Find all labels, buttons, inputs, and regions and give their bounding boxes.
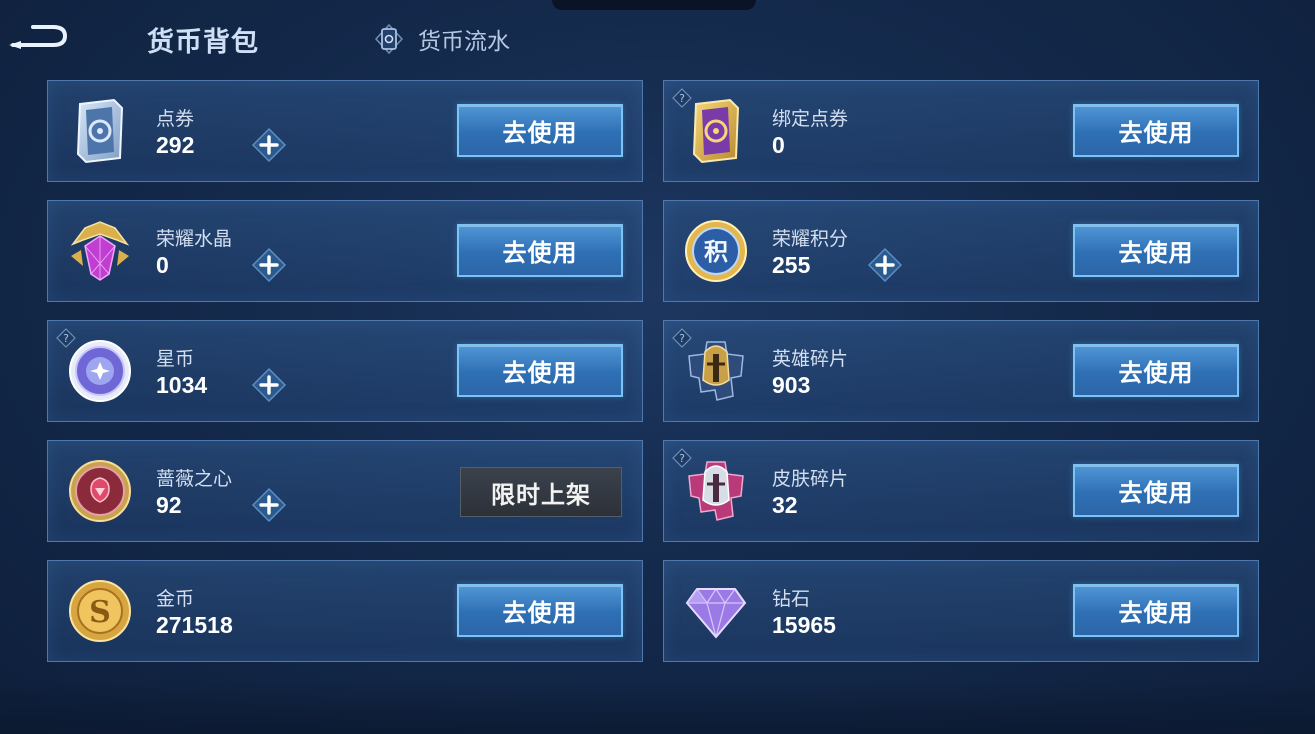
use-button[interactable]: 去使用 (1073, 104, 1239, 157)
add-button[interactable] (867, 247, 903, 283)
bound-coupon-card-icon (680, 95, 752, 167)
back-arrow-icon (9, 25, 68, 49)
currency-value: 0 (772, 132, 785, 158)
coupon-card-icon (64, 95, 136, 167)
currency-value: 92 (156, 492, 182, 518)
currency-value: 271518 (156, 612, 233, 638)
svg-text:S: S (89, 595, 111, 630)
currency-card-diamond: 钻石 15965 去使用 (663, 560, 1259, 662)
plus-icon (251, 487, 287, 523)
currency-value: 0 (156, 252, 169, 278)
currency-value: 903 (772, 372, 811, 398)
currency-card-star-coin: ? 星币 1034 去使用 (47, 320, 643, 422)
currency-name: 金币 (156, 588, 195, 610)
currency-flow-label: 货币流水 (418, 29, 510, 55)
use-button[interactable]: 去使用 (457, 584, 623, 637)
currency-value: 15965 (772, 612, 836, 638)
hero-fragment-icon (680, 335, 752, 407)
limited-time-button: 限时上架 (460, 467, 622, 517)
use-button[interactable]: 去使用 (457, 344, 623, 397)
currency-flow-icon (372, 22, 406, 56)
glory-crystal-icon (64, 215, 136, 287)
plus-icon (251, 367, 287, 403)
plus-icon (251, 247, 287, 283)
use-button[interactable]: 去使用 (457, 224, 623, 277)
currency-name: 英雄碎片 (772, 348, 849, 370)
add-button[interactable] (251, 367, 287, 403)
gold-coin-icon: S (64, 575, 136, 647)
currency-card-skin-fragment: ? 皮肤碎片 32 去使用 (663, 440, 1259, 542)
skin-fragment-icon (680, 455, 752, 527)
use-button[interactable]: 去使用 (1073, 584, 1239, 637)
svg-text:积: 积 (704, 238, 728, 266)
currency-name: 点券 (156, 108, 195, 130)
top-notch (552, 0, 756, 10)
currency-card-coupon: 点券 292 去使用 (47, 80, 643, 182)
currency-value: 255 (772, 252, 811, 278)
currency-card-rose-heart: 蔷薇之心 92 限时上架 (47, 440, 643, 542)
bottom-shade (0, 680, 1315, 734)
currency-name: 皮肤碎片 (772, 468, 849, 490)
use-button[interactable]: 去使用 (457, 104, 623, 157)
currency-value: 292 (156, 132, 195, 158)
back-button[interactable] (6, 18, 70, 54)
rose-heart-icon (64, 455, 136, 527)
currency-value: 1034 (156, 372, 208, 398)
currency-name: 绑定点券 (772, 108, 849, 130)
diamond-icon (680, 575, 752, 647)
currency-flow-link[interactable]: 货币流水 (372, 22, 510, 56)
page-title: 货币背包 (147, 27, 259, 58)
add-button[interactable] (251, 127, 287, 163)
add-button[interactable] (251, 487, 287, 523)
currency-name: 荣耀水晶 (156, 228, 233, 250)
currency-name: 荣耀积分 (772, 228, 849, 250)
use-button[interactable]: 去使用 (1073, 224, 1239, 277)
currency-card-gold-coin: S 金币 271518 去使用 (47, 560, 643, 662)
use-button[interactable]: 去使用 (1073, 464, 1239, 517)
currency-card-bound-coupon: ? 绑定点券 0 去使用 (663, 80, 1259, 182)
currency-name: 钻石 (772, 588, 811, 610)
currency-card-glory-crystal: 荣耀水晶 0 去使用 (47, 200, 643, 302)
currency-card-hero-fragment: ? 英雄碎片 903 去使用 (663, 320, 1259, 422)
currency-value: 32 (772, 492, 798, 518)
currency-card-glory-points: 积 荣耀积分 255 去使用 (663, 200, 1259, 302)
star-coin-icon (64, 335, 136, 407)
glory-points-icon: 积 (680, 215, 752, 287)
add-button[interactable] (251, 247, 287, 283)
currency-name: 星币 (156, 348, 195, 370)
plus-icon (251, 127, 287, 163)
use-button[interactable]: 去使用 (1073, 344, 1239, 397)
plus-icon (867, 247, 903, 283)
currency-name: 蔷薇之心 (156, 468, 233, 490)
